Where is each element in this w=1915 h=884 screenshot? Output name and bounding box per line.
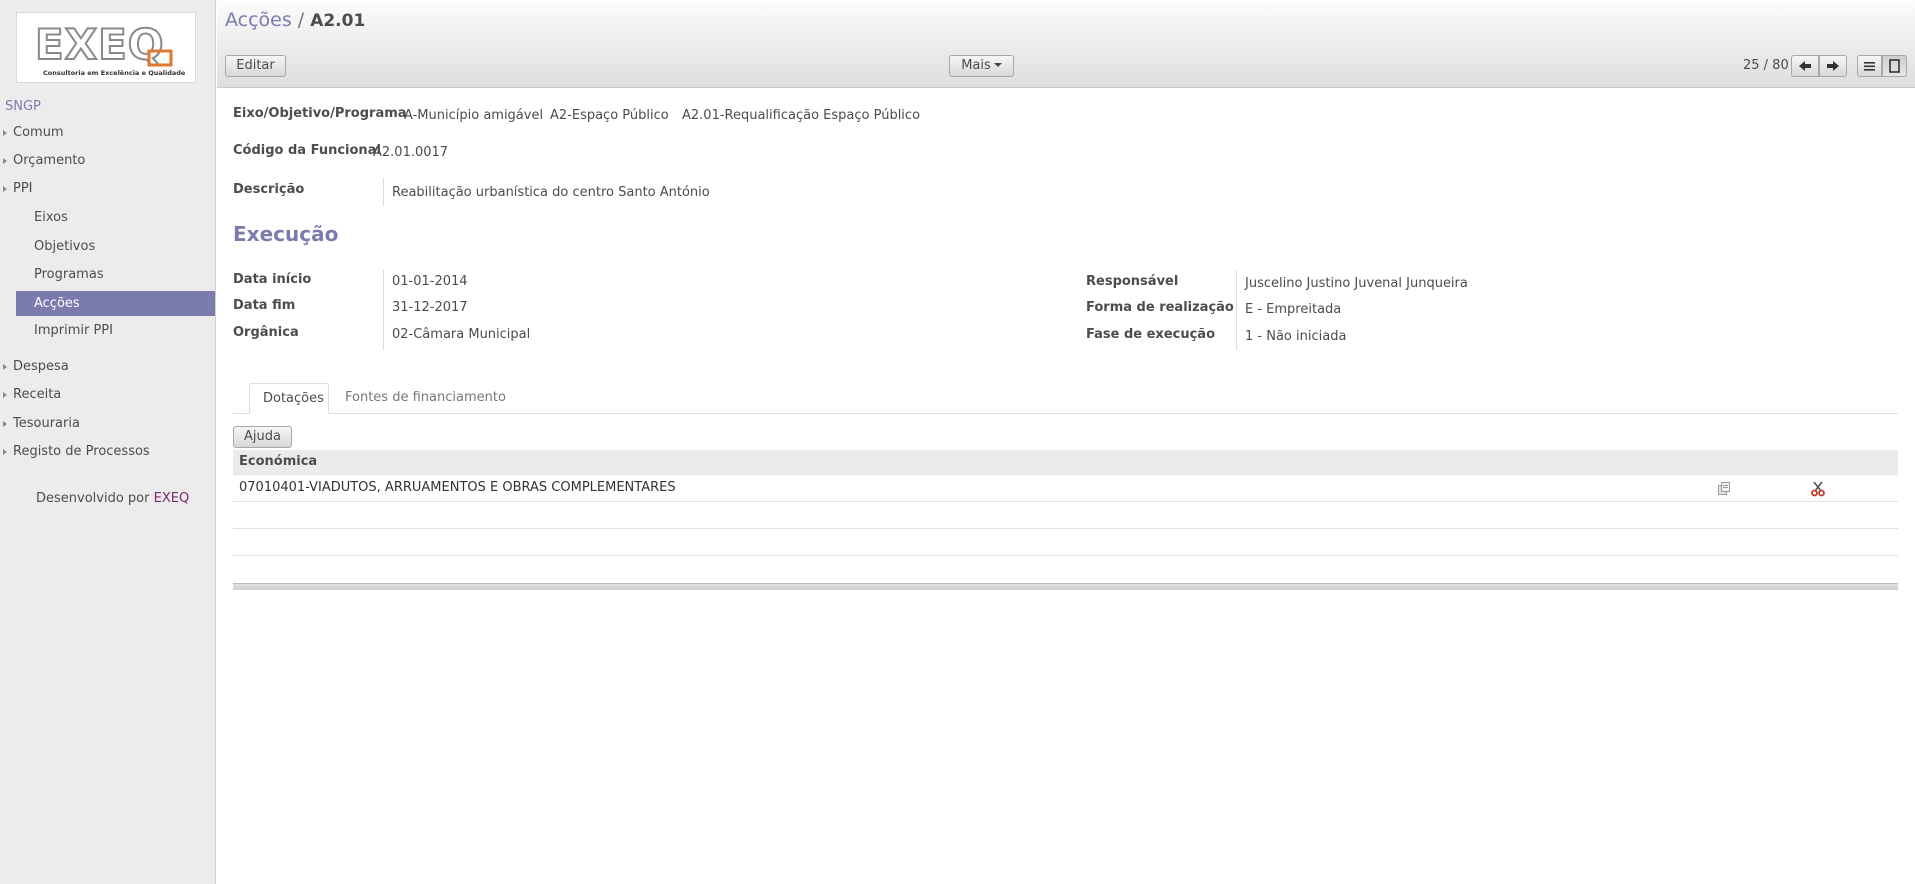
company-logo[interactable]: EXEQ Consultoria em Excelência e Qualida… <box>16 12 196 83</box>
caret-right-icon <box>3 392 7 398</box>
caret-right-icon <box>3 158 7 164</box>
data-inicio-label: Data início <box>233 272 312 287</box>
menu-item-label: PPI <box>13 181 33 196</box>
developer-credit-label: Desenvolvido por <box>36 491 150 506</box>
menu-item-orcamento[interactable]: Orçamento <box>0 149 215 173</box>
row-divider <box>233 501 1898 502</box>
menu-item-label: Receita <box>13 387 62 402</box>
row-divider <box>233 555 1898 556</box>
submenu-item-label: Eixos <box>34 210 68 225</box>
more-label: Mais <box>961 58 991 73</box>
menu-item-tesouraria[interactable]: Tesouraria <box>0 412 215 436</box>
fase-label: Fase de execução <box>1086 327 1216 342</box>
organica-label: Orgânica <box>233 325 299 340</box>
menu-item-label: Registo de Processos <box>13 444 150 459</box>
submenu-item-label: Acções <box>34 296 80 311</box>
menu-item-receita[interactable]: Receita <box>0 383 215 407</box>
edit-button[interactable]: Editar <box>225 55 286 77</box>
menu-item-label: Comum <box>13 125 64 140</box>
list-view-icon <box>1864 62 1875 71</box>
caret-right-icon <box>3 186 7 192</box>
submenu-item-accoes[interactable]: Acções <box>16 291 215 316</box>
breadcrumb: Acções / A2.01 <box>225 9 365 31</box>
next-record-button[interactable] <box>1819 55 1847 77</box>
caret-right-icon <box>3 421 7 427</box>
menu-item-despesa[interactable]: Despesa <box>0 355 215 379</box>
breadcrumb-link-accoes[interactable]: Acções <box>225 9 292 31</box>
menu-item-label: Tesouraria <box>13 416 80 431</box>
previous-record-button[interactable] <box>1791 55 1819 77</box>
menu-item-registo-de-processos[interactable]: Registo de Processos <box>0 440 215 464</box>
cell-economica: 07010401-VIADUTOS, ARRUAMENTOS E OBRAS C… <box>239 480 676 495</box>
arrow-left-icon <box>1799 61 1811 71</box>
section-title-execucao: Execução <box>233 222 339 246</box>
app-name: SNGP <box>5 99 41 114</box>
codigo-label: Código da Funcional <box>233 143 381 158</box>
delete-scissors-icon[interactable] <box>1810 481 1826 501</box>
caret-right-icon <box>3 364 7 370</box>
logo-wordmark: EXEQ <box>35 20 164 69</box>
responsavel-label: Responsável <box>1086 274 1179 289</box>
objetivo-value[interactable]: A2-Espaço Público <box>550 108 669 123</box>
control-panel: Acções / A2.01 Editar Mais 25 / 80 <box>217 0 1915 88</box>
developer-link[interactable]: EXEQ <box>154 491 190 506</box>
tabs-divider <box>233 413 1898 414</box>
field-divider <box>383 270 384 350</box>
responsavel-value[interactable]: Juscelino Justino Juvenal Junqueira <box>1245 276 1468 291</box>
caret-right-icon <box>3 449 7 455</box>
forma-value: E - Empreitada <box>1245 302 1342 317</box>
submenu-item-label: Programas <box>34 267 104 282</box>
eixo-label: Eixo/Objetivo/Programa <box>233 106 407 121</box>
breadcrumb-separator: / <box>297 9 305 31</box>
submenu-item-programas[interactable]: Programas <box>0 263 215 287</box>
caret-right-icon <box>3 130 7 136</box>
data-inicio-value: 01-01-2014 <box>392 274 468 289</box>
codigo-value: A2.01.0017 <box>373 145 449 160</box>
breadcrumb-current: A2.01 <box>310 11 366 31</box>
organica-value[interactable]: 02-Câmara Municipal <box>392 327 530 342</box>
submenu-item-label: Imprimir PPI <box>34 323 113 338</box>
fase-value: 1 - Não iniciada <box>1245 329 1347 344</box>
row-divider <box>233 474 1898 475</box>
form-view-button[interactable] <box>1882 55 1907 77</box>
field-divider <box>383 178 384 206</box>
tab-dotacoes[interactable]: Dotações <box>249 383 329 414</box>
logo-tagline: Consultoria em Excelência e Qualidade <box>43 69 186 77</box>
form-view-icon <box>1889 59 1900 73</box>
table-footer <box>233 583 1898 590</box>
eixo-value[interactable]: A-Município amigável <box>404 108 543 123</box>
tab-fontes-de-financiamento[interactable]: Fontes de financiamento <box>332 383 519 413</box>
descricao-label: Descrição <box>233 182 305 197</box>
submenu-item-label: Objetivos <box>34 239 96 254</box>
row-divider <box>233 528 1898 529</box>
help-button[interactable]: Ajuda <box>233 426 292 448</box>
submenu-item-imprimir-ppi[interactable]: Imprimir PPI <box>0 319 215 343</box>
caret-down-icon <box>993 63 1002 67</box>
developer-credit: Desenvolvido por EXEQ <box>36 491 189 506</box>
sidebar: EXEQ Consultoria em Excelência e Qualida… <box>0 0 216 884</box>
forma-label: Forma de realização <box>1086 300 1234 315</box>
programa-value[interactable]: A2.01-Requalificação Espaço Público <box>682 108 920 123</box>
submenu-item-eixos[interactable]: Eixos <box>0 206 215 230</box>
menu-item-ppi[interactable]: PPI <box>0 177 215 201</box>
data-fim-value: 31-12-2017 <box>392 300 468 315</box>
arrow-right-icon <box>1827 61 1839 71</box>
column-header-economica[interactable]: Económica <box>239 454 317 469</box>
table-header: Económica <box>233 450 1898 474</box>
menu-item-label: Despesa <box>13 359 69 374</box>
menu-item-comum[interactable]: Comum <box>0 121 215 145</box>
descricao-value: Reabilitação urbanística do centro Santo… <box>392 185 710 200</box>
data-fim-label: Data fim <box>233 298 296 313</box>
list-view-button[interactable] <box>1857 55 1882 77</box>
more-dropdown-button[interactable]: Mais <box>949 55 1014 77</box>
field-divider <box>1236 270 1237 350</box>
pager-value: 25 / 80 <box>1743 58 1789 73</box>
menu-item-label: Orçamento <box>13 153 86 168</box>
submenu-item-objetivos[interactable]: Objetivos <box>0 235 215 259</box>
duplicate-icon[interactable] <box>1716 481 1732 501</box>
